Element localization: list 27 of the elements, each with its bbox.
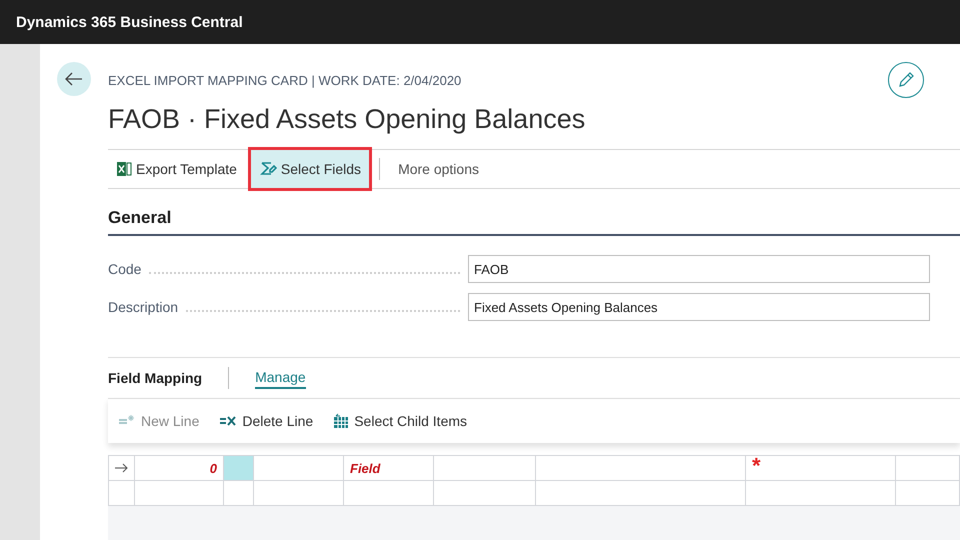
table-cell: * — [746, 456, 896, 480]
toolbar-button[interactable]: Select Child Items — [323, 413, 478, 429]
page-title: FAOB · Fixed Assets Opening Balances — [108, 104, 586, 135]
select-fields-icon — [258, 161, 277, 177]
field-label: Description — [108, 299, 178, 315]
edit-button[interactable] — [888, 62, 924, 98]
action-button[interactable]: Export Template — [108, 150, 245, 188]
page-caption: EXCEL IMPORT MAPPING CARD | WORK DATE: 2/04/2020 — [108, 73, 462, 88]
part-title: Field Mapping — [108, 370, 202, 386]
table-cell: 0 — [134, 456, 224, 480]
back-arrow-icon — [65, 72, 83, 86]
action-button[interactable]: Select Fields — [250, 150, 370, 188]
spreadsheet-icon — [116, 161, 132, 177]
section-heading: General — [108, 208, 960, 236]
back-button[interactable] — [57, 62, 91, 96]
delete-line-icon — [219, 414, 238, 428]
field-label: Code — [108, 261, 142, 277]
input-field[interactable]: Fixed Assets Opening Balances — [468, 293, 930, 321]
table-cell: Field — [344, 456, 434, 480]
toolbar-button[interactable]: Delete Line — [209, 413, 324, 429]
table-icon — [333, 413, 350, 429]
more-options-button[interactable]: More options — [380, 150, 487, 188]
app-title: Dynamics 365 Business Central — [16, 14, 243, 30]
tab[interactable]: Manage — [255, 367, 306, 389]
input-field[interactable]: FAOB — [468, 255, 930, 283]
pencil-icon — [897, 71, 915, 89]
arrow-icon — [115, 462, 128, 472]
